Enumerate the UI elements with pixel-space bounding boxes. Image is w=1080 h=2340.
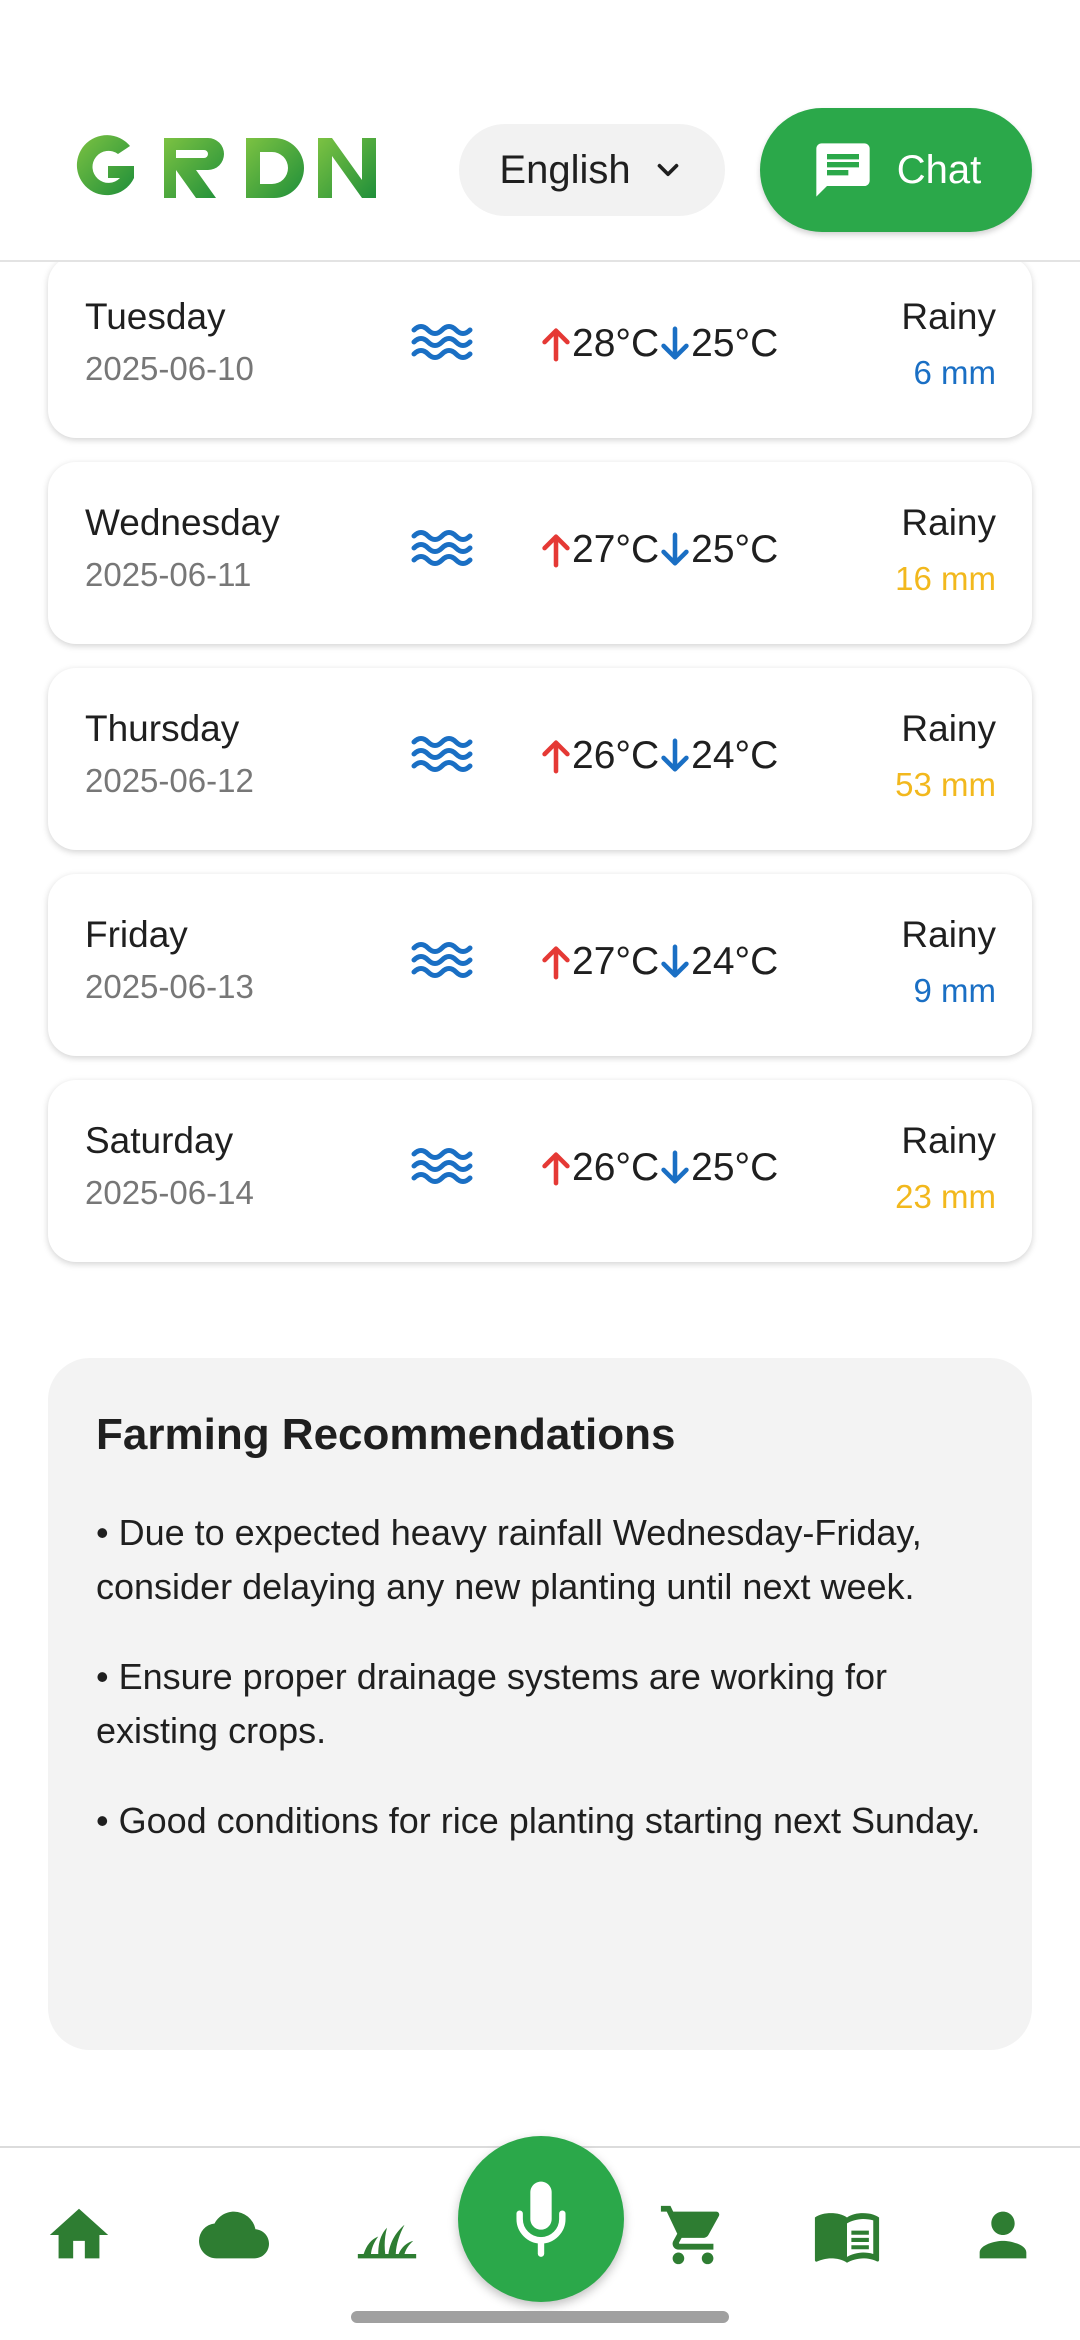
arrow-up-icon	[542, 328, 570, 362]
forecast-card[interactable]: Thursday 2025-06-12 26°C 24°C Rainy 53 m…	[48, 668, 1032, 850]
nav-market[interactable]	[658, 2200, 728, 2270]
home-icon	[49, 2208, 109, 2259]
forecast-card[interactable]: Tuesday 2025-06-10 28°C 25°C Rainy 6 mm	[48, 256, 1032, 438]
temp-high: 28°C	[572, 322, 660, 365]
temp-low: 25°C	[691, 528, 779, 571]
rainfall-amount: 9 mm	[913, 972, 997, 1009]
forecast-day: Friday	[85, 914, 188, 955]
temperature-range: 26°C 25°C	[540, 1144, 778, 1192]
arrow-down-icon	[661, 326, 689, 360]
recommendation-item: • Good conditions for rice planting star…	[96, 1800, 981, 1841]
forecast-date: 2025-06-11	[85, 556, 252, 593]
chevron-down-icon	[657, 163, 678, 177]
temp-low: 24°C	[691, 734, 779, 777]
recommendations-title: Farming Recommendations	[96, 1410, 676, 1459]
waves-icon	[411, 324, 473, 360]
forecast-card[interactable]: Saturday 2025-06-14 26°C 25°C Rainy 23 m…	[48, 1080, 1032, 1262]
forecast-date: 2025-06-14	[85, 1174, 254, 1211]
temp-high: 27°C	[572, 940, 660, 983]
nav-crops[interactable]	[352, 2200, 422, 2270]
chat-button[interactable]: Chat	[760, 108, 1032, 232]
forecast-card[interactable]: Wednesday 2025-06-11 27°C 25°C Rainy 16 …	[48, 462, 1032, 644]
person-icon	[979, 2211, 1027, 2259]
temp-high: 27°C	[572, 528, 660, 571]
forecast-condition: Rainy	[901, 914, 996, 955]
forecast-card[interactable]: Friday 2025-06-13 27°C 24°C Rainy 9 mm	[48, 874, 1032, 1056]
forecast-date: 2025-06-12	[85, 762, 254, 799]
temp-low: 25°C	[691, 322, 779, 365]
nav-library[interactable]	[812, 2200, 882, 2270]
rainfall-amount: 6 mm	[913, 354, 997, 391]
home-indicator[interactable]	[351, 2311, 729, 2323]
app-header: English Chat	[0, 0, 1080, 262]
recommendation-item: • Ensure proper drainage systems are wor…	[96, 1656, 887, 1751]
chat-label: Chat	[896, 147, 982, 192]
temp-low: 25°C	[691, 1146, 779, 1189]
book-icon	[814, 2213, 880, 2263]
waves-icon	[411, 530, 473, 566]
arrow-down-icon	[661, 1150, 689, 1184]
forecast-date: 2025-06-13	[85, 968, 254, 1005]
rainfall-amount: 53 mm	[895, 766, 996, 803]
arrow-down-icon	[661, 944, 689, 978]
temperature-range: 27°C 24°C	[540, 938, 778, 986]
farming-recommendations: Farming Recommendations • Due to expecte…	[48, 1358, 1032, 2050]
temp-high: 26°C	[572, 1146, 660, 1189]
arrow-up-icon	[542, 1152, 570, 1186]
waves-icon	[411, 736, 473, 772]
language-selector[interactable]: English	[459, 124, 725, 216]
arrow-down-icon	[661, 738, 689, 772]
waves-icon	[411, 1148, 473, 1184]
arrow-up-icon	[542, 946, 570, 980]
nav-home[interactable]	[44, 2200, 114, 2270]
rainfall-amount: 16 mm	[895, 560, 996, 597]
arrow-down-icon	[661, 532, 689, 566]
arrow-up-icon	[542, 534, 570, 568]
voice-input-button[interactable]	[458, 2136, 624, 2302]
forecast-condition: Rainy	[901, 502, 996, 543]
forecast-day: Wednesday	[85, 502, 280, 543]
temp-low: 24°C	[691, 940, 779, 983]
cart-icon	[660, 2205, 720, 2265]
temp-high: 26°C	[572, 734, 660, 777]
temperature-range: 28°C 25°C	[540, 320, 778, 368]
plant-icon	[357, 2224, 417, 2259]
temperature-range: 27°C 25°C	[540, 526, 778, 574]
forecast-day: Tuesday	[85, 296, 226, 337]
forecast-condition: Rainy	[901, 708, 996, 749]
recommendation-item: • Due to expected heavy rainfall Wednesd…	[96, 1512, 922, 1607]
forecast-date: 2025-06-10	[85, 350, 254, 387]
forecast-day: Thursday	[85, 708, 240, 749]
arrow-up-icon	[542, 740, 570, 774]
forecast-day: Saturday	[85, 1120, 234, 1161]
rainfall-amount: 23 mm	[895, 1178, 996, 1215]
forecast-condition: Rainy	[901, 1120, 996, 1161]
cloud-icon	[199, 2211, 269, 2259]
forecast-condition: Rainy	[901, 296, 996, 337]
nav-weather[interactable]	[196, 2200, 272, 2270]
language-label: English	[499, 147, 631, 192]
temperature-range: 26°C 24°C	[540, 732, 778, 780]
grdn-logo[interactable]	[68, 132, 384, 204]
chat-icon	[816, 143, 870, 197]
waves-icon	[411, 942, 473, 978]
nav-profile[interactable]	[968, 2200, 1038, 2270]
microphone-icon	[516, 2181, 566, 2257]
